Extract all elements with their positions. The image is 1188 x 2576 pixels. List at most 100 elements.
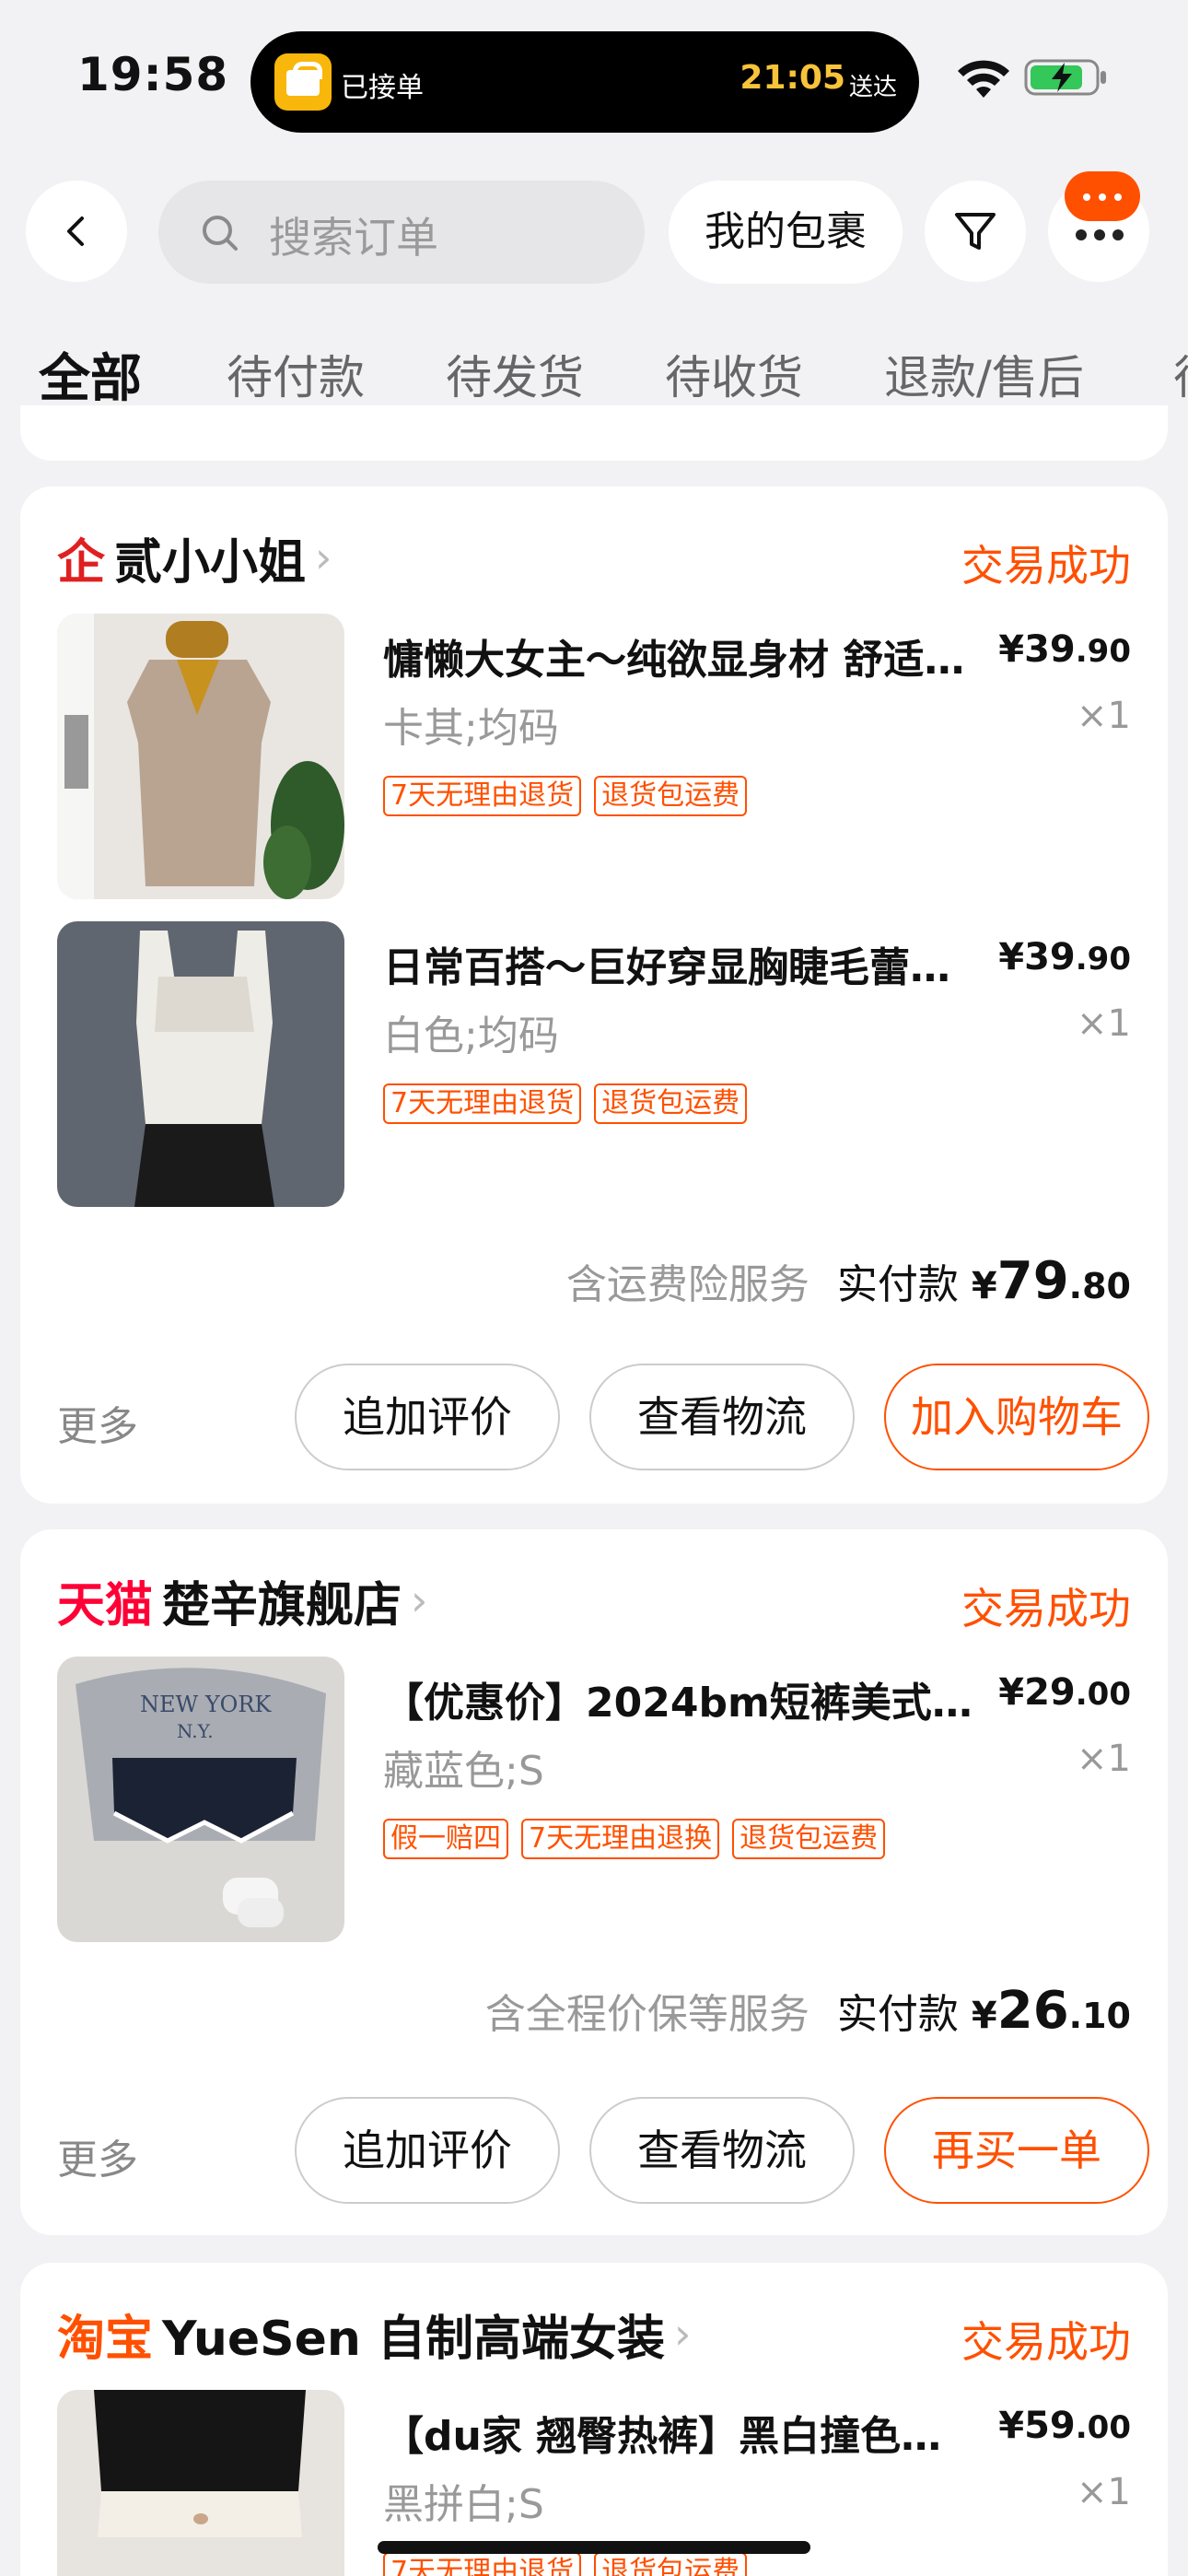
shop-name: 贰小小姐 bbox=[114, 534, 307, 591]
tab-pending-payment[interactable]: 待付款 bbox=[227, 341, 365, 407]
product-quantity: ×1 bbox=[1077, 695, 1131, 737]
tab-pending-receipt[interactable]: 待收货 bbox=[665, 341, 803, 407]
product-thumbnail bbox=[57, 921, 344, 1207]
product-quantity: ×1 bbox=[1077, 1002, 1131, 1045]
order-actions: 更多 追加评价 查看物流 再买一单 bbox=[57, 2097, 1149, 2206]
previous-order-card-edge bbox=[20, 405, 1168, 461]
chevron-left-icon bbox=[67, 217, 84, 246]
delivery-eta-label: 送达 bbox=[848, 74, 897, 101]
more-link[interactable]: 更多 bbox=[57, 1393, 138, 1452]
service-tag: 7天无理由退换 bbox=[521, 1819, 720, 1859]
order-card: 企 贰小小姐 › 交易成功 慵懒大女主～纯欲显身材 舒适针织上衣 ¥39.90 … bbox=[20, 486, 1168, 1504]
paid-amount: 26 bbox=[996, 1981, 1069, 2041]
product-price: ¥39.90 bbox=[998, 628, 1131, 671]
service-tag: 假一赔四 bbox=[383, 1819, 508, 1859]
product-sku: 黑拼白;S bbox=[383, 2481, 544, 2528]
service-tag: 退货包运费 bbox=[594, 776, 748, 816]
service-tag: 7天无理由退货 bbox=[383, 2552, 582, 2576]
filter-icon bbox=[955, 213, 996, 250]
clock: 19:58 bbox=[77, 48, 229, 101]
add-review-button[interactable]: 追加评价 bbox=[295, 2097, 560, 2204]
view-logistics-button[interactable]: 查看物流 bbox=[589, 2097, 855, 2204]
order-total: 含全程价保等服务 实付款 ¥26.10 bbox=[484, 1981, 1131, 2041]
filter-button[interactable] bbox=[925, 181, 1026, 282]
included-service: 含全程价保等服务 bbox=[484, 1991, 809, 2038]
dynamic-island-live-activity[interactable]: 已接单 21:05 送达 bbox=[250, 31, 919, 133]
tab-overflow[interactable]: 待 bbox=[1173, 341, 1188, 407]
svg-text:N.Y.: N.Y. bbox=[177, 1720, 214, 1742]
service-tags: 7天无理由退货 退货包运费 bbox=[383, 776, 760, 816]
status-bar: 19:58 已接单 21:05 送达 bbox=[0, 0, 1188, 157]
back-button[interactable] bbox=[26, 181, 127, 282]
product-title: 【优惠价】2024bm短裤美式复古运动短裤 bbox=[383, 1680, 973, 1727]
search-placeholder: 搜索订单 bbox=[269, 213, 438, 263]
more-link[interactable]: 更多 bbox=[57, 2126, 138, 2185]
product-price: ¥29.00 bbox=[998, 1671, 1131, 1714]
product-sku: 白色;均码 bbox=[383, 1013, 559, 1060]
buy-again-button[interactable]: 再买一单 bbox=[884, 2097, 1149, 2204]
delivery-status-text: 已接单 bbox=[341, 72, 424, 104]
paid-label: 实付款 bbox=[836, 1261, 959, 1308]
chevron-right-icon: › bbox=[315, 533, 332, 582]
search-icon bbox=[203, 216, 238, 251]
my-packages-button[interactable]: 我的包裹 bbox=[669, 181, 903, 284]
wifi-icon bbox=[958, 60, 1009, 98]
battery-charging-icon bbox=[1024, 59, 1106, 96]
order-card: 天猫 楚辛旗舰店 › 交易成功 NEW YORK N.Y. 【优惠价】2024b… bbox=[20, 1529, 1168, 2235]
shop-name: YueSen 自制高端女装 bbox=[162, 2311, 666, 2367]
shop-type-logo: 天猫 bbox=[57, 1577, 154, 1633]
order-total: 含运费险服务 实付款 ¥79.80 bbox=[565, 1251, 1131, 1311]
svg-text:NEW YORK: NEW YORK bbox=[140, 1692, 272, 1717]
product-thumbnail: NEW YORK N.Y. bbox=[57, 1657, 344, 1942]
order-status: 交易成功 bbox=[961, 1584, 1131, 1633]
service-tags: 7天无理由退货 退货包运费 bbox=[383, 2552, 760, 2576]
paid-label: 实付款 bbox=[836, 1991, 959, 2038]
service-tags: 7天无理由退货 退货包运费 bbox=[383, 1083, 760, 1124]
service-tag: 7天无理由退货 bbox=[383, 776, 582, 816]
shop-type-logo: 淘宝 bbox=[57, 2311, 154, 2367]
product-title: 日常百搭～巨好穿显胸睫毛蕾丝背心 bbox=[383, 944, 973, 991]
product-quantity: ×1 bbox=[1077, 1738, 1131, 1780]
tab-all[interactable]: 全部 bbox=[39, 341, 142, 412]
product-thumbnail bbox=[57, 2390, 344, 2576]
service-tags: 假一赔四 7天无理由退换 退货包运费 bbox=[383, 1819, 898, 1859]
search-input[interactable]: 搜索订单 bbox=[158, 181, 645, 284]
home-indicator[interactable] bbox=[378, 2541, 810, 2554]
tab-refund-aftersales[interactable]: 退款/售后 bbox=[884, 341, 1084, 407]
add-to-cart-button[interactable]: 加入购物车 bbox=[884, 1364, 1149, 1470]
shop-link[interactable]: 天猫 楚辛旗舰店 › bbox=[57, 1568, 427, 1633]
product-sku: 藏蓝色;S bbox=[383, 1748, 544, 1795]
product-title: 慵懒大女主～纯欲显身材 舒适针织上衣 bbox=[383, 637, 973, 684]
included-service: 含运费险服务 bbox=[565, 1261, 809, 1308]
service-tag: 退货包运费 bbox=[594, 2552, 748, 2576]
chevron-right-icon: › bbox=[674, 2309, 692, 2359]
service-tag: 7天无理由退货 bbox=[383, 1083, 582, 1124]
service-tag: 退货包运费 bbox=[594, 1083, 748, 1124]
order-item[interactable]: 日常百搭～巨好穿显胸睫毛蕾丝背心 ¥39.90 白色;均码 ×1 7天无理由退货… bbox=[57, 921, 1131, 1209]
shop-link[interactable]: 企 贰小小姐 › bbox=[57, 525, 332, 591]
product-title: 【du家 翘臀热裤】黑白撞色短裤 bbox=[383, 2413, 973, 2460]
shop-link[interactable]: 淘宝 YueSen 自制高端女装 › bbox=[57, 2301, 692, 2367]
more-dots-icon bbox=[1076, 227, 1131, 244]
order-item[interactable]: 慵懒大女主～纯欲显身材 舒适针织上衣 ¥39.90 卡其;均码 ×1 7天无理由… bbox=[57, 614, 1131, 901]
message-badge-icon[interactable] bbox=[1065, 171, 1140, 221]
order-status: 交易成功 bbox=[961, 2317, 1131, 2367]
paid-amount: 79 bbox=[996, 1251, 1069, 1311]
delivery-app-icon bbox=[274, 53, 332, 111]
order-card: 淘宝 YueSen 自制高端女装 › 交易成功 【du家 翘臀热裤】黑白撞色短裤… bbox=[20, 2263, 1168, 2576]
product-thumbnail bbox=[57, 614, 344, 899]
service-tag: 退货包运费 bbox=[732, 1819, 886, 1859]
delivery-eta-time: 21:05 bbox=[740, 59, 845, 97]
product-price: ¥39.90 bbox=[998, 936, 1131, 978]
add-review-button[interactable]: 追加评价 bbox=[295, 1364, 560, 1470]
order-actions: 更多 追加评价 查看物流 加入购物车 bbox=[57, 1364, 1149, 1472]
view-logistics-button[interactable]: 查看物流 bbox=[589, 1364, 855, 1470]
product-sku: 卡其;均码 bbox=[383, 705, 559, 752]
shop-name: 楚辛旗舰店 bbox=[162, 1577, 402, 1633]
shop-type-logo: 企 bbox=[57, 534, 106, 591]
tab-pending-shipment[interactable]: 待发货 bbox=[446, 341, 584, 407]
order-status: 交易成功 bbox=[961, 541, 1131, 591]
order-item[interactable]: NEW YORK N.Y. 【优惠价】2024bm短裤美式复古运动短裤 ¥29.… bbox=[57, 1657, 1131, 1944]
chevron-right-icon: › bbox=[411, 1575, 428, 1625]
product-price: ¥59.00 bbox=[998, 2405, 1131, 2447]
